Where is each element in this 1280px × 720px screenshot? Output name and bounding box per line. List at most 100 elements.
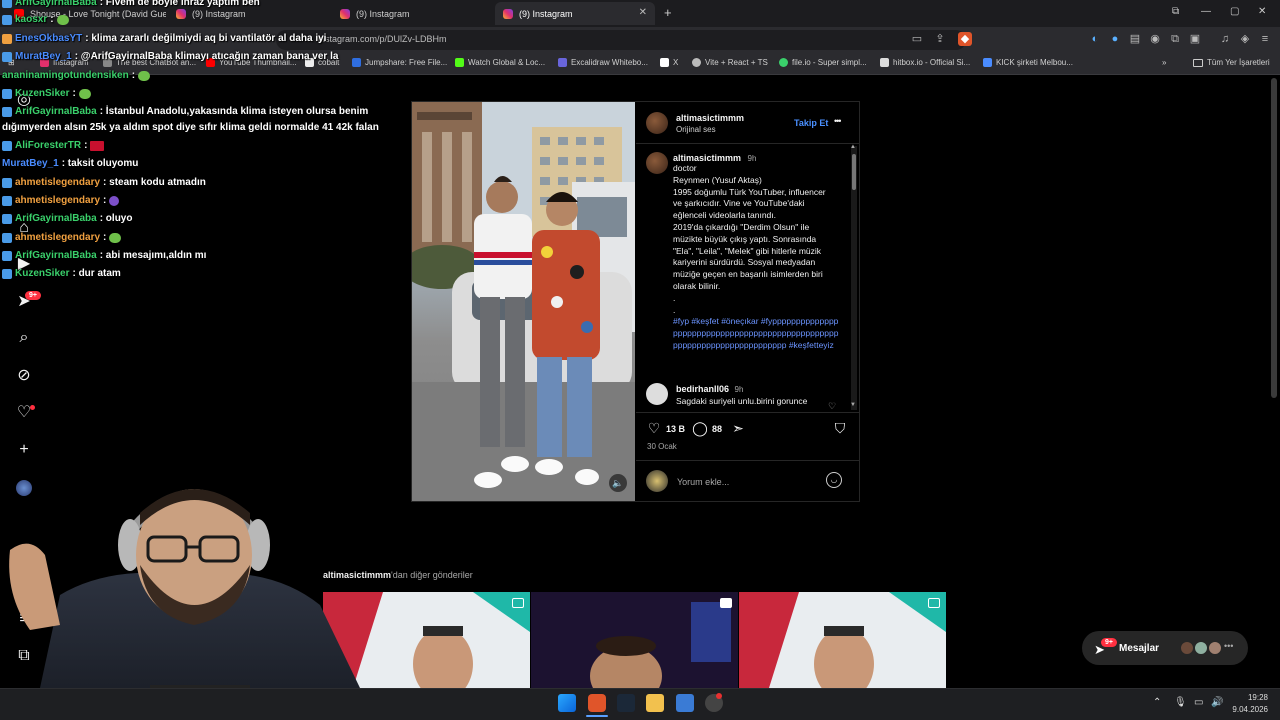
extension-icon[interactable]: ◉ bbox=[1148, 32, 1162, 46]
chat-message: MuratBey_1: @ArifGayirnalBaba klimayı at… bbox=[2, 51, 338, 62]
instagram-icon bbox=[503, 8, 513, 19]
commenter-username[interactable]: bedirhanll06 bbox=[676, 384, 729, 394]
search-icon[interactable]: ⌕ bbox=[14, 328, 34, 348]
new-tab-button[interactable]: + bbox=[664, 5, 672, 20]
tray-overflow-icon[interactable]: ⌃ bbox=[1153, 697, 1161, 708]
follow-button[interactable]: Takip Et bbox=[794, 118, 828, 128]
tab-label: (9) Instagram bbox=[519, 8, 573, 19]
chat-text: : bbox=[50, 14, 54, 25]
commenter-avatar[interactable] bbox=[646, 383, 668, 405]
maximize-icon[interactable]: ▢ bbox=[1230, 6, 1239, 17]
app-icon[interactable] bbox=[676, 694, 694, 712]
bookmark-jumpshare[interactable]: Jumpshare: Free File... bbox=[352, 58, 447, 67]
network-icon[interactable]: ▭ bbox=[1194, 697, 1203, 708]
file-explorer-icon[interactable] bbox=[646, 694, 664, 712]
clock-time[interactable]: 19:28 bbox=[1238, 693, 1268, 702]
comment-like-icon[interactable]: ♡ bbox=[828, 401, 836, 412]
extension-icon[interactable]: ● bbox=[1108, 32, 1122, 46]
explore-icon[interactable]: ⊘ bbox=[14, 366, 34, 386]
bookmark-hitbox[interactable]: hitbox.io - Official Si... bbox=[880, 58, 970, 67]
comment-text: Sagdaki suriyeli unlu.birini gorunce bbox=[676, 396, 808, 406]
hashtags[interactable]: #fyp #keşfet #öneçıkar #fypppppppppppppp… bbox=[673, 316, 843, 351]
post-thumbnail[interactable] bbox=[739, 592, 946, 688]
reel-icon bbox=[928, 598, 940, 608]
minimize-icon[interactable]: — bbox=[1201, 6, 1211, 17]
chat-username: AliForesterTR bbox=[15, 140, 82, 151]
close-window-icon[interactable]: ✕ bbox=[1258, 6, 1266, 17]
comment-icon[interactable]: ◯ bbox=[692, 420, 708, 436]
more-posts-suffix: 'dan diğer gönderiler bbox=[391, 570, 473, 580]
tab-instagram-active[interactable]: (9) Instagram ✕ bbox=[495, 2, 655, 25]
extension-icon[interactable]: ⧉ bbox=[1168, 32, 1182, 46]
mute-icon[interactable]: 🔈 bbox=[609, 474, 627, 492]
scroll-down-icon[interactable]: ▼ bbox=[850, 402, 856, 408]
chat-badge-icon bbox=[2, 250, 12, 261]
chat-text: : abi mesajımı,aldın mı bbox=[99, 250, 207, 261]
menu-icon[interactable]: ≡ bbox=[1258, 32, 1272, 46]
caption-author[interactable]: altimasictimmm bbox=[673, 153, 741, 163]
close-tab-icon[interactable]: ✕ bbox=[639, 7, 647, 18]
caption-author-avatar[interactable] bbox=[646, 152, 668, 174]
folder-icon bbox=[1193, 58, 1203, 67]
bookmark-excalidraw[interactable]: Excalidraw Whitebo... bbox=[558, 58, 648, 67]
bookmark-label: Watch Global & Loc... bbox=[468, 58, 546, 67]
audio-label[interactable]: Orijinal ses bbox=[676, 125, 716, 134]
more-bookmarks-icon[interactable]: » bbox=[1162, 58, 1166, 67]
instagram-icon bbox=[340, 8, 350, 19]
thumbnail-image bbox=[739, 592, 946, 688]
music-icon[interactable]: ♫ bbox=[1218, 32, 1232, 46]
bookmark-fileio[interactable]: file.io - Super simpl... bbox=[779, 58, 867, 67]
brave-shield-icon[interactable]: ◆ bbox=[958, 32, 972, 46]
like-icon[interactable]: ♡ bbox=[646, 420, 662, 436]
extension-audio-icon[interactable]: ◐ bbox=[1088, 32, 1102, 46]
caption-line: Reynmen (Yusuf Aktaş) bbox=[673, 174, 762, 185]
caption-line: müzikte büyük çıkış yaptı. Sonrasında bbox=[673, 233, 817, 244]
sidebar-icon[interactable]: ▣ bbox=[1188, 32, 1202, 46]
post-video[interactable] bbox=[412, 102, 635, 501]
author-username[interactable]: altimasictimmm bbox=[676, 113, 744, 123]
all-bookmarks[interactable]: Tüm Yer İşaretleri bbox=[1193, 58, 1270, 67]
chat-username: ahmetislegendary bbox=[15, 177, 101, 188]
microphone-icon[interactable]: 🎙 bbox=[1174, 697, 1187, 708]
cast-icon[interactable]: ▭ bbox=[910, 32, 924, 46]
chat-message: ArifGayirnalBaba: Fivem de böyle inraz y… bbox=[2, 0, 260, 8]
chat-username: MuratBey_1 bbox=[2, 158, 59, 169]
like-count[interactable]: 13 B bbox=[666, 424, 685, 434]
save-icon[interactable]: ⛉ bbox=[832, 420, 848, 436]
divider bbox=[636, 460, 859, 461]
vpn-icon[interactable]: ◈ bbox=[1238, 32, 1252, 46]
tab-instagram-2[interactable]: (9) Instagram bbox=[332, 2, 492, 25]
chat-username: EnesOkbasYT bbox=[15, 33, 83, 44]
bookmark-kick-melbourne[interactable]: KICK şirketi Melbou... bbox=[983, 58, 1073, 67]
share-icon[interactable]: ⇪ bbox=[933, 32, 947, 46]
chat-message: kaosxr: bbox=[2, 14, 69, 25]
chat-username: ArifGayirnalBaba bbox=[15, 213, 97, 224]
comment-input[interactable]: Yorum ekle... bbox=[677, 477, 729, 487]
clock-date[interactable]: 9.04.2026 bbox=[1224, 705, 1268, 714]
caption-scroll-thumb[interactable] bbox=[852, 154, 856, 190]
comment-count[interactable]: 88 bbox=[712, 424, 722, 434]
steam-icon[interactable] bbox=[617, 694, 635, 712]
bookmark-kick[interactable]: Watch Global & Loc... bbox=[455, 58, 545, 67]
linkedin-icon bbox=[983, 58, 992, 67]
divider bbox=[636, 143, 859, 144]
emoji-icon[interactable]: ◡ bbox=[826, 472, 842, 488]
bookmark-x[interactable]: X bbox=[660, 58, 678, 67]
author-avatar[interactable] bbox=[646, 112, 668, 134]
bookmark-vite[interactable]: Vite + React + TS bbox=[692, 58, 768, 67]
chat-text: : bbox=[103, 232, 107, 243]
chat-text: : bbox=[131, 70, 136, 81]
windows-start-icon[interactable] bbox=[558, 694, 576, 712]
more-options-icon[interactable]: ••• bbox=[834, 116, 842, 126]
post-thumbnail[interactable] bbox=[531, 592, 738, 688]
share-icon[interactable]: ➣ bbox=[730, 420, 746, 436]
extensions-icon[interactable]: ⧉ bbox=[1172, 6, 1179, 17]
chat-username: KuzenSiker bbox=[15, 268, 70, 279]
brave-browser-icon[interactable] bbox=[588, 694, 606, 712]
volume-icon[interactable]: 🔊 bbox=[1211, 697, 1223, 708]
chat-badge-icon bbox=[2, 33, 12, 44]
scroll-up-icon[interactable]: ▲ bbox=[850, 144, 856, 150]
chat-badge-icon bbox=[2, 195, 12, 206]
extension-icon[interactable]: ▤ bbox=[1128, 32, 1142, 46]
page-scrollbar[interactable] bbox=[1271, 78, 1277, 398]
